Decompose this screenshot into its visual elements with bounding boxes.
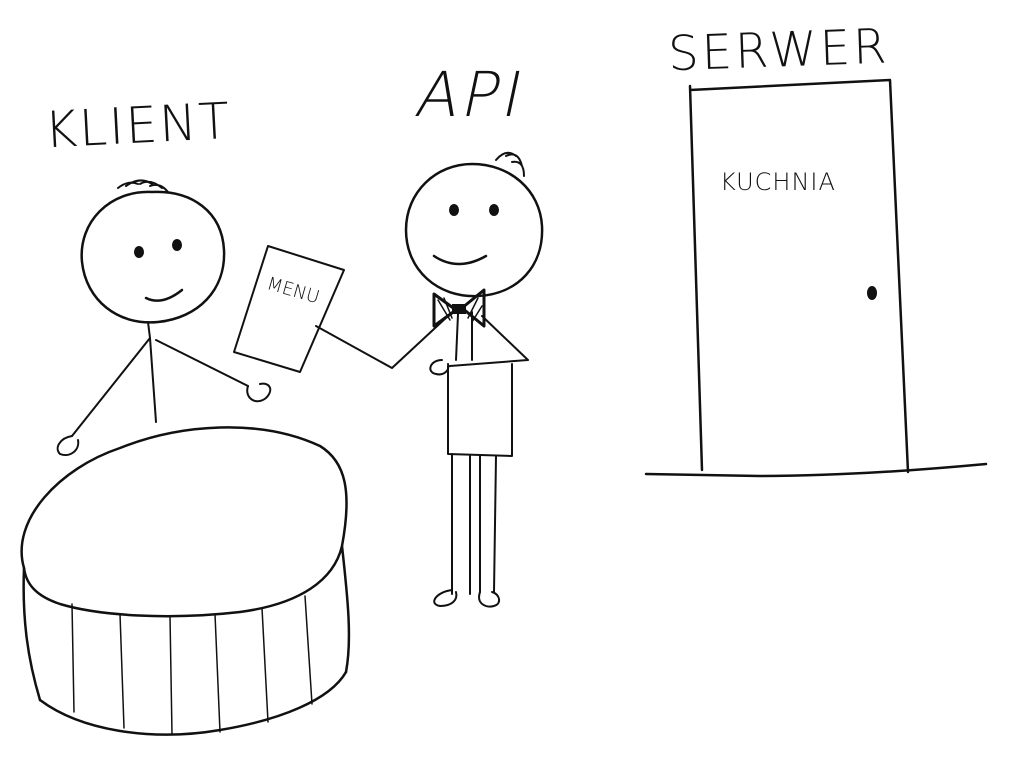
client-hand-left [56, 435, 80, 456]
api-foot-right [478, 591, 500, 608]
menu-label: MENU [265, 273, 322, 308]
api-smile [432, 254, 488, 266]
client-head [80, 190, 226, 324]
table-top [20, 426, 348, 618]
floor-line [644, 462, 988, 478]
api-eye-left [449, 204, 459, 216]
client-smile [144, 288, 184, 302]
client-hand-right [246, 382, 272, 403]
client-figure [56, 179, 272, 456]
api-head [404, 162, 544, 298]
kitchen-label: KUCHNIA [720, 168, 836, 196]
client-eye-left [134, 246, 144, 258]
menu-card: MENU [233, 245, 345, 373]
client-eye-right [172, 239, 182, 251]
server-label: SERWER [667, 19, 890, 83]
api-foot-left [433, 589, 458, 607]
door-knob [867, 286, 877, 300]
api-hand [429, 359, 450, 376]
api-eye-right [489, 204, 499, 216]
server-door: KUCHNIA [644, 78, 988, 478]
api-label: API [410, 59, 532, 131]
api-waiter-figure [315, 151, 544, 608]
client-label: KLIENT [43, 92, 233, 160]
client-api-server-sketch: KLIENT API SERWER MENU KUCHNIA [20, 19, 988, 736]
apron [447, 363, 513, 457]
table [20, 426, 351, 736]
